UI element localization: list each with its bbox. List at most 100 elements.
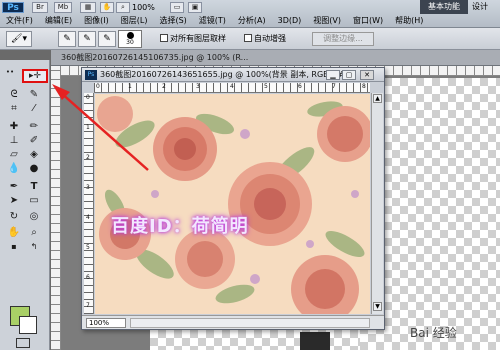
tool-preset-picker[interactable]: 🖌▾ <box>6 31 32 47</box>
ps-document-icon: Ps <box>85 70 97 80</box>
menu-edit[interactable]: 编辑(E) <box>39 14 78 28</box>
ruler-v-label: 1 <box>86 124 90 131</box>
brush-size-picker[interactable]: 30 <box>118 30 142 48</box>
ruler-v-label: 2 <box>86 154 90 161</box>
document-window-title: 360截图20160726143651655.jpg @ 100%(背景 副本,… <box>100 70 347 79</box>
healing-brush-tool-icon[interactable]: ✚ <box>6 120 22 133</box>
ruler-h-label: 2 <box>162 83 166 90</box>
default-colors-icon[interactable]: ▪ <box>6 240 22 253</box>
toolbox-collapse-icon[interactable]: •• <box>2 66 18 79</box>
menu-select[interactable]: 选择(S) <box>153 14 192 28</box>
site-watermark: Bai 经验 <box>410 326 457 340</box>
swap-colors-icon[interactable]: ↰ <box>26 240 42 253</box>
ruler-h-label: 4 <box>230 83 234 90</box>
ruler-v-label: 4 <box>86 214 90 221</box>
menu-help[interactable]: 帮助(H) <box>389 14 429 28</box>
zoom-level-dropdown[interactable]: 100% <box>132 2 155 13</box>
vertical-ruler <box>51 66 61 350</box>
menu-bar: Ps Br Mb ▦ ✋ ⌕ 100% ▭ ▣ 基本功能 设计 文件(F) 编辑… <box>0 0 500 28</box>
zoom-tool-button[interactable]: ⌕ <box>116 2 130 13</box>
document-zoom-field[interactable]: 100% <box>86 318 126 328</box>
add-to-selection-icon[interactable]: ✎ <box>78 31 96 47</box>
scroll-down-icon[interactable]: ▼ <box>373 302 382 311</box>
subtract-from-selection-icon[interactable]: ✎ <box>98 31 116 47</box>
background-document-tab[interactable]: 360截图20160726145106735.jpg @ 100% (R... <box>61 52 248 64</box>
blur-tool-icon[interactable]: 💧 <box>6 162 22 175</box>
background-color-swatch[interactable] <box>19 316 37 334</box>
document-window[interactable]: Ps 360截图20160726143651655.jpg @ 100%(背景 … <box>81 67 385 330</box>
clone-stamp-tool-icon[interactable]: ⊥ <box>6 134 22 147</box>
menu-filter[interactable]: 滤镜(T) <box>193 14 232 28</box>
eraser-tool-icon[interactable]: ▱ <box>6 148 22 161</box>
auto-enhance-label: 自动增强 <box>254 34 286 43</box>
minimize-icon[interactable]: ▁ <box>326 70 340 80</box>
horizontal-scrollbar[interactable] <box>130 318 370 328</box>
zoom-tool-icon[interactable]: ⌕ <box>26 226 42 239</box>
document-horizontal-ruler: 0 1 2 3 4 5 6 7 8 <box>94 83 370 93</box>
ruler-h-label: 8 <box>362 83 366 90</box>
workspace-essentials-button[interactable]: 基本功能 <box>420 0 468 14</box>
ruler-v-label: 0 <box>86 94 90 101</box>
new-selection-icon[interactable]: ✎ <box>58 31 76 47</box>
brush-tool-icon[interactable]: ✏ <box>26 120 42 133</box>
hand-tool-button[interactable]: ✋ <box>100 2 114 13</box>
ruler-h-label: 3 <box>196 83 200 90</box>
maximize-icon[interactable]: ▢ <box>342 70 356 80</box>
refine-edge-button[interactable]: 调整边缘... <box>312 32 374 46</box>
checkbox-box[interactable] <box>160 34 168 42</box>
3d-rotate-tool-icon[interactable]: ↻ <box>6 210 22 223</box>
menu-3d[interactable]: 3D(D) <box>272 14 308 28</box>
menu-analysis[interactable]: 分析(A) <box>232 14 272 28</box>
quick-mask-icon[interactable] <box>16 338 30 348</box>
crop-tool-icon[interactable]: ⌗ <box>6 102 22 115</box>
pen-tool-icon[interactable]: ✒ <box>6 180 22 193</box>
bridge-button[interactable]: Br <box>32 2 48 13</box>
ruler-h-label: 6 <box>298 83 302 90</box>
menu-window[interactable]: 窗口(W) <box>347 14 389 28</box>
document-window-titlebar[interactable]: Ps 360截图20160726143651655.jpg @ 100%(背景 … <box>82 68 384 82</box>
paint-bucket-tool-icon[interactable]: ◈ <box>26 148 42 161</box>
dark-image-fragment <box>300 332 330 350</box>
lasso-tool-icon[interactable]: ᘓ <box>6 88 22 101</box>
mini-bridge-button[interactable]: Mb <box>54 2 72 13</box>
menu-image[interactable]: 图像(I) <box>78 14 115 28</box>
rectangle-tool-icon[interactable]: ▭ <box>26 194 42 207</box>
image-watermark-text: 百度ID：荷简明 <box>111 216 249 237</box>
type-tool-icon[interactable]: T <box>26 180 42 193</box>
close-icon[interactable]: ✕ <box>360 70 374 80</box>
sample-all-layers-checkbox[interactable]: 对所有图层取样 <box>160 34 226 44</box>
ruler-v-label: 5 <box>86 244 90 251</box>
quick-selection-tool-icon[interactable]: ✎ <box>26 88 42 101</box>
checkbox-box[interactable] <box>244 34 252 42</box>
brush-preview-icon <box>126 32 134 39</box>
menu-items: 文件(F) 编辑(E) 图像(I) 图层(L) 选择(S) 滤镜(T) 分析(A… <box>0 14 500 28</box>
brush-size-value: 30 <box>126 39 134 46</box>
eyedropper-tool-icon[interactable]: ⁄ <box>26 102 42 115</box>
ruler-h-label: 0 <box>96 83 100 90</box>
dodge-tool-icon[interactable]: ● <box>26 162 42 175</box>
screen-mode-button[interactable]: ▣ <box>188 2 202 13</box>
document-status-bar: 100% <box>82 315 384 329</box>
auto-enhance-checkbox[interactable]: 自动增强 <box>244 34 286 44</box>
arrange-documents-button[interactable]: ▭ <box>170 2 184 13</box>
3d-orbit-tool-icon[interactable]: ◎ <box>26 210 42 223</box>
hand-tool-icon[interactable]: ✋ <box>6 226 22 239</box>
ruler-h-label: 7 <box>332 83 336 90</box>
menu-layer[interactable]: 图层(L) <box>115 14 154 28</box>
history-brush-tool-icon[interactable]: ✐ <box>26 134 42 147</box>
sample-all-layers-label: 对所有图层取样 <box>170 34 226 43</box>
menu-file[interactable]: 文件(F) <box>0 14 39 28</box>
move-tool-icon[interactable]: ▸✛ <box>22 69 48 83</box>
workspace-design-button[interactable]: 设计 <box>472 1 488 13</box>
menu-view[interactable]: 视图(V) <box>307 14 347 28</box>
floral-pattern-image <box>95 94 370 314</box>
toolbox: •• ▸✛ ᘓ ✎ ⌗ ⁄ ✚ ✏ ⊥ ✐ ▱ ◈ 💧 ● ✒ T ➤ ▭ ↻ … <box>0 60 50 350</box>
document-vertical-ruler: 0 1 2 3 4 5 6 7 <box>84 93 94 314</box>
path-selection-tool-icon[interactable]: ➤ <box>6 194 22 207</box>
vertical-scrollbar[interactable]: ▲ ▼ <box>371 93 383 314</box>
floral-image-canvas[interactable]: 百度ID：荷简明 <box>95 94 370 314</box>
view-extras-button[interactable]: ▦ <box>80 2 96 13</box>
ruler-h-label: 5 <box>264 83 268 90</box>
ruler-v-label: 3 <box>86 184 90 191</box>
scroll-up-icon[interactable]: ▲ <box>373 94 382 103</box>
